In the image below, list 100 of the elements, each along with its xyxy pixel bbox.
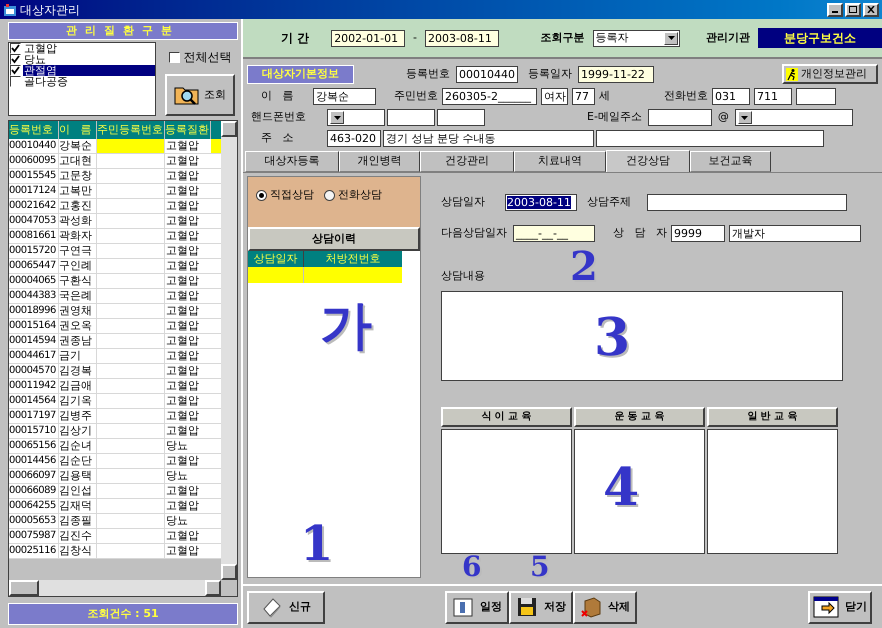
window-title: 대상자관리 [20, 2, 80, 18]
table-row[interactable]: 00015164 권오옥 고혈압 [9, 319, 221, 334]
radio-label[interactable]: 전화상담 [338, 187, 382, 204]
table-row[interactable]: 00014594 권종남 고혈압 [9, 334, 221, 349]
table-row[interactable]: 00060095 고대현 고혈압 [9, 154, 221, 169]
tab[interactable]: 보건교육 [690, 151, 771, 172]
field-label: 상 담 자 [613, 225, 667, 242]
schedule-button[interactable]: 일정 [445, 590, 509, 624]
horizontal-scrollbar[interactable] [9, 580, 221, 596]
education-textarea[interactable] [441, 428, 572, 554]
list-item[interactable]: 관절염 [23, 65, 155, 76]
delete-button[interactable]: 삭제 [573, 590, 637, 624]
table-cell: 고홍진 [59, 199, 97, 213]
table-row[interactable]: 00047053 곽성화 고혈압 [9, 214, 221, 229]
table-row[interactable]: 00014564 김기옥 고혈압 [9, 394, 221, 409]
radio-button[interactable] [256, 190, 267, 201]
table-row[interactable]: 00081661 곽화자 고혈압 [9, 229, 221, 244]
new-button[interactable]: 신규 [247, 590, 325, 624]
checkbox[interactable] [10, 65, 21, 76]
radio-button[interactable] [324, 190, 335, 201]
minimize-button[interactable] [827, 2, 843, 16]
table-row[interactable]: 00065156 김순녀 당뇨 [9, 439, 221, 454]
text-field[interactable]: 개발자 [728, 225, 861, 242]
search-button[interactable]: 조회 [165, 74, 235, 116]
tab[interactable]: 치료내역 [514, 151, 606, 172]
text-field[interactable] [648, 109, 712, 126]
education-textarea[interactable] [707, 428, 838, 554]
text-field[interactable] [437, 109, 485, 126]
table-row[interactable]: 00010440 강복순 고혈압 [9, 139, 221, 154]
table-row[interactable]: 00011942 김금애 고혈압 [9, 379, 221, 394]
count-bar: 조회건수 : 51 [8, 603, 238, 625]
radio-label[interactable]: 직접상담 [270, 187, 314, 204]
tab[interactable]: 개인병력 [339, 151, 420, 172]
table-row[interactable]: 00021642 고홍진 고혈압 [9, 199, 221, 214]
table-row[interactable]: 00018996 권영채 고혈압 [9, 304, 221, 319]
list-item[interactable]: 골다공증 [23, 76, 69, 87]
tab[interactable]: 건강관리 [420, 151, 514, 172]
text-field[interactable]: ____-__-__ [513, 225, 595, 242]
table-row[interactable]: 00064255 김재덕 고혈압 [9, 499, 221, 514]
text-field[interactable]: 여자 [541, 88, 568, 105]
text-field[interactable]: 경기 성남 분당 수내동 [383, 130, 594, 147]
table-row[interactable]: 00017124 고복만 고혈압 [9, 184, 221, 199]
callout-number: 6 [462, 553, 482, 581]
maximize-button[interactable] [845, 2, 861, 16]
table-cell: 김종필 [59, 514, 97, 528]
table-row[interactable]: 00025116 김창식 고혈압 [9, 544, 221, 559]
table-row[interactable]: 00004570 김경복 고혈압 [9, 364, 221, 379]
table-row[interactable]: 00005653 김종필 당뇨 [9, 514, 221, 529]
privacy-button[interactable]: 개인정보관리 [782, 64, 878, 84]
close-button[interactable] [863, 2, 879, 16]
table-row[interactable]: 00017197 김병주 고혈압 [9, 409, 221, 424]
checkbox[interactable] [10, 43, 21, 54]
calendar-icon [452, 596, 474, 618]
table-row[interactable]: 00066097 김용택 당뇨 [9, 469, 221, 484]
date-field[interactable]: 2003-08-11 [505, 194, 577, 211]
text-field[interactable]: 9999 [670, 225, 725, 242]
text-field[interactable]: 260305-2______ [442, 88, 537, 105]
list-item[interactable]: 당뇨 [23, 54, 47, 65]
table-row[interactable]: 00066089 김인섭 고혈압 [9, 484, 221, 499]
text-field[interactable]: 강복순 [313, 88, 376, 105]
table-cell: 권오옥 [59, 319, 97, 333]
text-field[interactable] [796, 88, 836, 105]
table-row[interactable]: 00004065 구환식 고혈압 [9, 274, 221, 289]
dropdown-field[interactable] [327, 109, 385, 126]
text-field[interactable]: 00010440 [456, 66, 518, 82]
table-row[interactable]: 00044617 금기 고혈압 [9, 349, 221, 364]
table-row[interactable]: 00065447 구인례 고혈압 [9, 259, 221, 274]
text-field[interactable]: 711 [754, 88, 792, 105]
content-textarea[interactable] [441, 290, 843, 380]
date-field[interactable]: 2003-08-11 [424, 30, 499, 46]
text-field[interactable] [647, 194, 847, 211]
table-row[interactable]: 00044383 국은례 고혈압 [9, 289, 221, 304]
checkbox[interactable] [168, 52, 180, 62]
text-field[interactable]: 031 [712, 88, 750, 105]
table-cell: 00014594 [9, 334, 59, 348]
checkbox[interactable] [10, 54, 21, 65]
field-label: 관리기관 [706, 30, 750, 46]
save-button[interactable]: 저장 [509, 590, 573, 624]
table-cell: 권종남 [59, 334, 97, 348]
list-item[interactable]: 고혈압 [23, 43, 58, 54]
table-row[interactable]: 00015720 구연극 고혈압 [9, 244, 221, 259]
table-row[interactable]: 00015545 고문창 고혈압 [9, 169, 221, 184]
table-cell: 00015545 [9, 169, 59, 183]
vertical-scrollbar[interactable] [221, 121, 237, 580]
date-field[interactable]: 1999-11-22 [578, 66, 654, 82]
text-field[interactable]: 77 [572, 88, 595, 105]
table-row[interactable]: 00075987 김진수 고혈압 [9, 529, 221, 544]
text-field[interactable] [387, 109, 435, 126]
table-row[interactable]: 00015710 김상기 고혈압 [9, 424, 221, 439]
field-label: - [412, 30, 417, 46]
table-row[interactable]: 00014456 김순단 고혈압 [9, 454, 221, 469]
text-field[interactable]: 463-020 [327, 130, 381, 147]
tab[interactable]: 대상자등록 [245, 151, 339, 172]
dropdown-field[interactable] [734, 109, 853, 126]
close-button[interactable]: 닫기 [808, 590, 872, 624]
text-field[interactable] [596, 130, 824, 147]
tab[interactable]: 건강상담 [606, 150, 690, 172]
dropdown-field[interactable]: 등록자 [592, 30, 680, 46]
education-textarea[interactable] [574, 428, 705, 554]
date-field[interactable]: 2002-01-01 [331, 30, 405, 46]
